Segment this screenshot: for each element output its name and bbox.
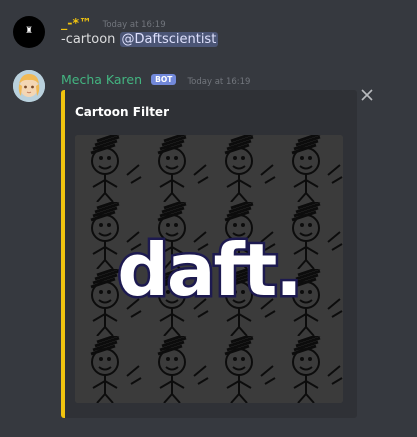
timestamp: Today at 16:19: [187, 77, 251, 87]
message-header: Mecha Karen BOT Today at 16:19: [61, 69, 250, 88]
embed-title: Cartoon Filter: [75, 105, 169, 119]
bot-badge: BOT: [151, 74, 177, 85]
image-text: daft.: [117, 228, 300, 312]
embed-image[interactable]: daft.: [75, 135, 343, 403]
username[interactable]: _-*™: [61, 15, 91, 30]
bot-avatar[interactable]: [13, 70, 45, 102]
user-avatar[interactable]: ♜: [13, 16, 45, 48]
avatar-glyph-icon: ♜: [25, 26, 34, 36]
message-header: _-*™ Today at 16:19: [61, 12, 166, 31]
embed-accent-bar: [61, 90, 65, 418]
message-text: -cartoon: [61, 32, 120, 47]
cartoon-filter-image: daft.: [75, 135, 343, 403]
close-icon[interactable]: [360, 88, 374, 102]
message-content: -cartoon @Daftscientist: [61, 32, 219, 47]
anime-girl-avatar-icon: [13, 70, 45, 102]
bot-username[interactable]: Mecha Karen: [61, 72, 142, 87]
timestamp: Today at 16:19: [102, 20, 166, 30]
embed-card: Cartoon Filter daft.: [61, 90, 357, 418]
user-mention[interactable]: @Daftscientist: [119, 32, 219, 47]
